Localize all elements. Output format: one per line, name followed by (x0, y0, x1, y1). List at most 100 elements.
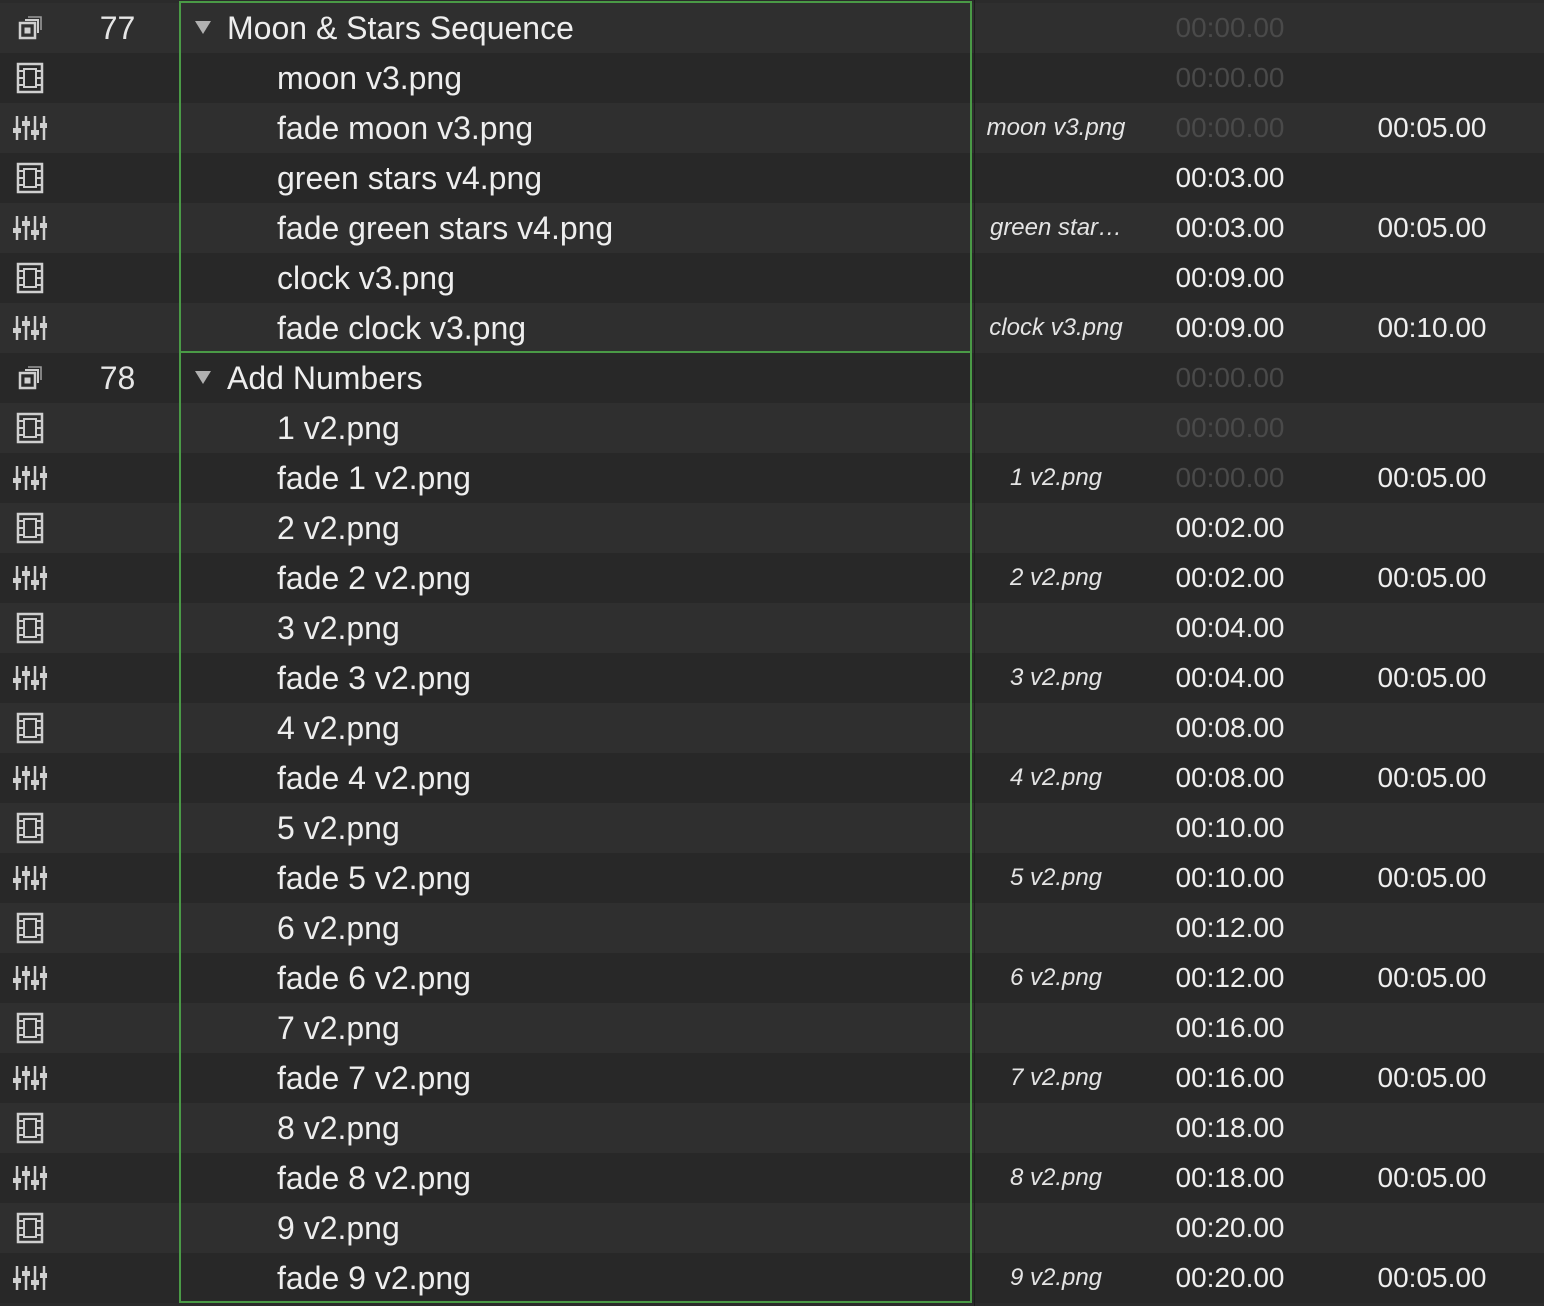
cue-pre-wait[interactable]: 00:04.00 (1150, 653, 1310, 703)
cue-duration[interactable]: 00:05.00 (1352, 553, 1512, 603)
cue-name[interactable]: fade 8 v2.png (277, 1153, 471, 1203)
cue-name[interactable]: fade 7 v2.png (277, 1053, 471, 1103)
cue-name[interactable]: fade green stars v4.png (277, 203, 613, 253)
cue-name[interactable]: fade 6 v2.png (277, 953, 471, 1003)
cue-pre-wait[interactable]: 00:00.00 (1150, 403, 1310, 453)
cue-name[interactable]: green stars v4.png (277, 153, 542, 203)
cue-duration[interactable]: 00:05.00 (1352, 103, 1512, 153)
cue-pre-wait[interactable]: 00:02.00 (1150, 553, 1310, 603)
cue-pre-wait[interactable]: 00:10.00 (1150, 803, 1310, 853)
cue-name[interactable]: fade moon v3.png (277, 103, 533, 153)
cue-duration[interactable]: 00:05.00 (1352, 853, 1512, 903)
fade-cue-row[interactable]: fade green stars v4.png green star… 00:0… (0, 203, 1544, 253)
cue-duration[interactable]: 00:05.00 (1352, 953, 1512, 1003)
cue-duration[interactable] (1352, 53, 1512, 103)
cue-pre-wait[interactable]: 00:03.00 (1150, 153, 1310, 203)
cue-name[interactable]: 6 v2.png (277, 903, 400, 953)
cue-name[interactable]: 9 v2.png (277, 1203, 400, 1253)
group-cue-row[interactable]: 78 Add Numbers 00:00.00 (0, 353, 1544, 403)
cue-name[interactable]: clock v3.png (277, 253, 455, 303)
cue-duration[interactable] (1352, 353, 1512, 403)
cue-duration[interactable]: 00:05.00 (1352, 453, 1512, 503)
cue-pre-wait[interactable]: 00:18.00 (1150, 1153, 1310, 1203)
cue-duration[interactable]: 00:05.00 (1352, 203, 1512, 253)
cue-pre-wait[interactable]: 00:04.00 (1150, 603, 1310, 653)
fade-cue-row[interactable]: fade 4 v2.png 4 v2.png 00:08.00 00:05.00 (0, 753, 1544, 803)
cue-duration[interactable] (1352, 503, 1512, 553)
cue-pre-wait[interactable]: 00:00.00 (1150, 453, 1310, 503)
fade-cue-row[interactable]: fade 5 v2.png 5 v2.png 00:10.00 00:05.00 (0, 853, 1544, 903)
cue-duration[interactable] (1352, 1003, 1512, 1053)
cue-name[interactable]: fade clock v3.png (277, 303, 526, 353)
cue-duration[interactable] (1352, 903, 1512, 953)
disclosure-triangle-icon[interactable] (195, 371, 211, 384)
fade-cue-row[interactable]: fade 6 v2.png 6 v2.png 00:12.00 00:05.00 (0, 953, 1544, 1003)
video-cue-row[interactable]: 2 v2.png 00:02.00 (0, 503, 1544, 553)
cue-duration[interactable]: 00:10.00 (1352, 303, 1512, 353)
cue-name[interactable]: fade 9 v2.png (277, 1253, 471, 1303)
cue-name[interactable]: 1 v2.png (277, 403, 400, 453)
cue-duration[interactable] (1352, 253, 1512, 303)
video-cue-row[interactable]: 7 v2.png 00:16.00 (0, 1003, 1544, 1053)
cue-pre-wait[interactable]: 00:09.00 (1150, 303, 1310, 353)
cue-name[interactable]: moon v3.png (277, 53, 462, 103)
video-cue-row[interactable]: 6 v2.png 00:12.00 (0, 903, 1544, 953)
cue-pre-wait[interactable]: 00:08.00 (1150, 753, 1310, 803)
cue-name[interactable]: fade 1 v2.png (277, 453, 471, 503)
fade-cue-row[interactable]: fade 2 v2.png 2 v2.png 00:02.00 00:05.00 (0, 553, 1544, 603)
cue-name[interactable]: fade 2 v2.png (277, 553, 471, 603)
cue-pre-wait[interactable]: 00:20.00 (1150, 1203, 1310, 1253)
cue-duration[interactable] (1352, 1203, 1512, 1253)
cue-duration[interactable]: 00:05.00 (1352, 1053, 1512, 1103)
cue-pre-wait[interactable]: 00:08.00 (1150, 703, 1310, 753)
cue-pre-wait[interactable]: 00:20.00 (1150, 1253, 1310, 1303)
cue-duration[interactable] (1352, 153, 1512, 203)
fade-cue-row[interactable]: fade 7 v2.png 7 v2.png 00:16.00 00:05.00 (0, 1053, 1544, 1103)
cue-name[interactable]: fade 3 v2.png (277, 653, 471, 703)
cue-name[interactable]: Moon & Stars Sequence (227, 3, 574, 53)
fade-cue-row[interactable]: fade moon v3.png moon v3.png 00:00.00 00… (0, 103, 1544, 153)
cue-pre-wait[interactable]: 00:00.00 (1150, 53, 1310, 103)
cue-duration[interactable]: 00:05.00 (1352, 1253, 1512, 1303)
cue-duration[interactable] (1352, 803, 1512, 853)
cue-name[interactable]: 2 v2.png (277, 503, 400, 553)
cue-pre-wait[interactable]: 00:16.00 (1150, 1003, 1310, 1053)
video-cue-row[interactable]: 9 v2.png 00:20.00 (0, 1203, 1544, 1253)
cue-pre-wait[interactable]: 00:00.00 (1150, 3, 1310, 53)
cue-duration[interactable]: 00:05.00 (1352, 653, 1512, 703)
fade-cue-row[interactable]: fade 9 v2.png 9 v2.png 00:20.00 00:05.00 (0, 1253, 1544, 1303)
video-cue-row[interactable]: 8 v2.png 00:18.00 (0, 1103, 1544, 1153)
cue-duration[interactable] (1352, 3, 1512, 53)
cue-name[interactable]: 4 v2.png (277, 703, 400, 753)
fade-cue-row[interactable]: fade 1 v2.png 1 v2.png 00:00.00 00:05.00 (0, 453, 1544, 503)
fade-cue-row[interactable]: fade clock v3.png clock v3.png 00:09.00 … (0, 303, 1544, 353)
video-cue-row[interactable]: clock v3.png 00:09.00 (0, 253, 1544, 303)
cue-name[interactable]: Add Numbers (227, 353, 423, 403)
cue-pre-wait[interactable]: 00:03.00 (1150, 203, 1310, 253)
cue-pre-wait[interactable]: 00:00.00 (1150, 103, 1310, 153)
fade-cue-row[interactable]: fade 8 v2.png 8 v2.png 00:18.00 00:05.00 (0, 1153, 1544, 1203)
video-cue-row[interactable]: 1 v2.png 00:00.00 (0, 403, 1544, 453)
cue-duration[interactable] (1352, 703, 1512, 753)
cue-pre-wait[interactable]: 00:00.00 (1150, 353, 1310, 403)
video-cue-row[interactable]: 3 v2.png 00:04.00 (0, 603, 1544, 653)
video-cue-row[interactable]: moon v3.png 00:00.00 (0, 53, 1544, 103)
cue-pre-wait[interactable]: 00:12.00 (1150, 953, 1310, 1003)
cue-name[interactable]: 8 v2.png (277, 1103, 400, 1153)
disclosure-triangle-icon[interactable] (195, 21, 211, 34)
video-cue-row[interactable]: 5 v2.png 00:10.00 (0, 803, 1544, 853)
cue-pre-wait[interactable]: 00:12.00 (1150, 903, 1310, 953)
cue-name[interactable]: fade 5 v2.png (277, 853, 471, 903)
cue-duration[interactable] (1352, 1103, 1512, 1153)
cue-duration[interactable]: 00:05.00 (1352, 1153, 1512, 1203)
cue-name[interactable]: fade 4 v2.png (277, 753, 471, 803)
cue-duration[interactable]: 00:05.00 (1352, 753, 1512, 803)
cue-pre-wait[interactable]: 00:09.00 (1150, 253, 1310, 303)
video-cue-row[interactable]: green stars v4.png 00:03.00 (0, 153, 1544, 203)
fade-cue-row[interactable]: fade 3 v2.png 3 v2.png 00:04.00 00:05.00 (0, 653, 1544, 703)
cue-pre-wait[interactable]: 00:10.00 (1150, 853, 1310, 903)
cue-duration[interactable] (1352, 603, 1512, 653)
cue-name[interactable]: 5 v2.png (277, 803, 400, 853)
cue-pre-wait[interactable]: 00:18.00 (1150, 1103, 1310, 1153)
group-cue-row[interactable]: 77 Moon & Stars Sequence 00:00.00 (0, 3, 1544, 53)
